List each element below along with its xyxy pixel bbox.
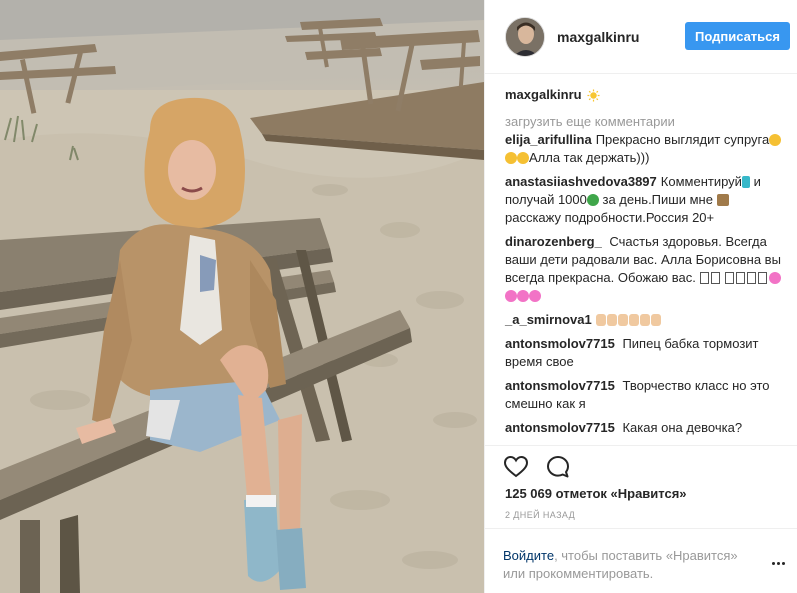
- clap-emoji-icon: [595, 314, 606, 326]
- clap-emoji-icon: [617, 314, 628, 326]
- more-dot: [772, 562, 775, 565]
- comment-text: Алла так держать))): [529, 150, 650, 165]
- smile-emoji-icon: [769, 134, 782, 146]
- clap-emoji-icon: [628, 314, 639, 326]
- post-footer: Войдите, чтобы поставить «Нравится» или …: [485, 528, 797, 593]
- sun-emoji-icon: [587, 88, 600, 102]
- clap-emoji-icon: [606, 314, 617, 326]
- avatar[interactable]: [505, 16, 545, 57]
- comments-list: maxgalkinru загрузить еще комментарии el…: [505, 86, 783, 443]
- comment-text: Прекрасно выглядит супруга: [595, 132, 770, 147]
- missing-glyph-icon: [758, 272, 768, 284]
- caption-author[interactable]: maxgalkinru: [505, 86, 582, 104]
- phone-emoji-icon: [741, 176, 750, 188]
- comment-author[interactable]: antonsmolov7715: [505, 378, 615, 393]
- more-dots-icon[interactable]: [772, 562, 788, 568]
- missing-glyph-icon: [710, 272, 720, 284]
- post-photo[interactable]: [0, 0, 484, 593]
- missing-glyph-icon: [699, 272, 709, 284]
- avatar-image: [506, 17, 544, 56]
- recycle-emoji-icon: [586, 194, 599, 206]
- smile-emoji-icon: [517, 152, 529, 164]
- flower-emoji-icon: [529, 290, 541, 302]
- comment-author[interactable]: _a_smirnova1: [505, 312, 592, 327]
- writing-emoji-icon: [716, 194, 729, 206]
- login-link[interactable]: Войдите: [503, 548, 554, 563]
- load-more-comments[interactable]: загрузить еще комментарии: [505, 113, 783, 131]
- login-prompt: Войдите, чтобы поставить «Нравится» или …: [503, 547, 763, 583]
- post-actions: 125 069 отметок «Нравится» 2 ДНЕЙ НАЗАД: [485, 445, 797, 520]
- heart-icon[interactable]: [503, 454, 529, 480]
- likes-count[interactable]: 125 069 отметок «Нравится»: [505, 486, 687, 501]
- comment-text: за день.Пиши мне: [602, 192, 713, 207]
- flower-emoji-icon: [505, 290, 517, 302]
- follow-button[interactable]: Подписаться: [684, 22, 790, 50]
- comment-author[interactable]: dinarozenberg_: [505, 234, 602, 249]
- comment-bubble-icon[interactable]: [545, 454, 571, 480]
- comment-author[interactable]: antonsmolov7715: [505, 420, 615, 435]
- comment-text: Какая она девочка?: [622, 420, 743, 435]
- comment-item: dinarozenberg_ Счастья здоровья. Всегда …: [505, 233, 783, 305]
- clap-emoji-icon: [650, 314, 661, 326]
- action-icons: [503, 454, 571, 480]
- caption: maxgalkinru: [505, 86, 783, 104]
- header-username[interactable]: maxgalkinru: [557, 29, 639, 45]
- missing-glyph-icon: [736, 272, 746, 284]
- comment-item: antonsmolov7715 Какая она девочка?: [505, 419, 783, 437]
- comment-item: elija_arifullina Прекрасно выглядит супру…: [505, 131, 783, 167]
- flower-emoji-icon: [769, 272, 782, 284]
- comment-text: Комментируй: [660, 174, 742, 189]
- missing-glyph-icon: [747, 272, 757, 284]
- beach-photo-illustration: [0, 0, 484, 593]
- instagram-post: maxgalkinru Подписаться maxgalkinru загр…: [0, 0, 797, 593]
- post-timestamp: 2 ДНЕЙ НАЗАД: [505, 510, 576, 520]
- clap-emoji-icon: [639, 314, 650, 326]
- comment-item: antonsmolov7715 Творчество класс но это …: [505, 377, 783, 413]
- comment-item: anastasiiashvedova3897 Комментируй и полу…: [505, 173, 783, 227]
- more-dot: [777, 562, 780, 565]
- comment-author[interactable]: elija_arifullina: [505, 132, 592, 147]
- post-sidebar: maxgalkinru Подписаться maxgalkinru загр…: [484, 0, 797, 593]
- comment-author[interactable]: antonsmolov7715: [505, 336, 615, 351]
- more-dot: [782, 562, 785, 565]
- comment-item: _a_smirnova1: [505, 311, 783, 329]
- flower-emoji-icon: [517, 290, 529, 302]
- post-header: maxgalkinru Подписаться: [485, 0, 797, 74]
- comment-author[interactable]: anastasiiashvedova3897: [505, 174, 657, 189]
- missing-glyph-icon: [725, 272, 735, 284]
- comment-item: antonsmolov7715 Пипец бабка тормозит вре…: [505, 335, 783, 371]
- smile-emoji-icon: [505, 152, 517, 164]
- comment-text: расскажу подробности.Россия 20+: [505, 210, 715, 225]
